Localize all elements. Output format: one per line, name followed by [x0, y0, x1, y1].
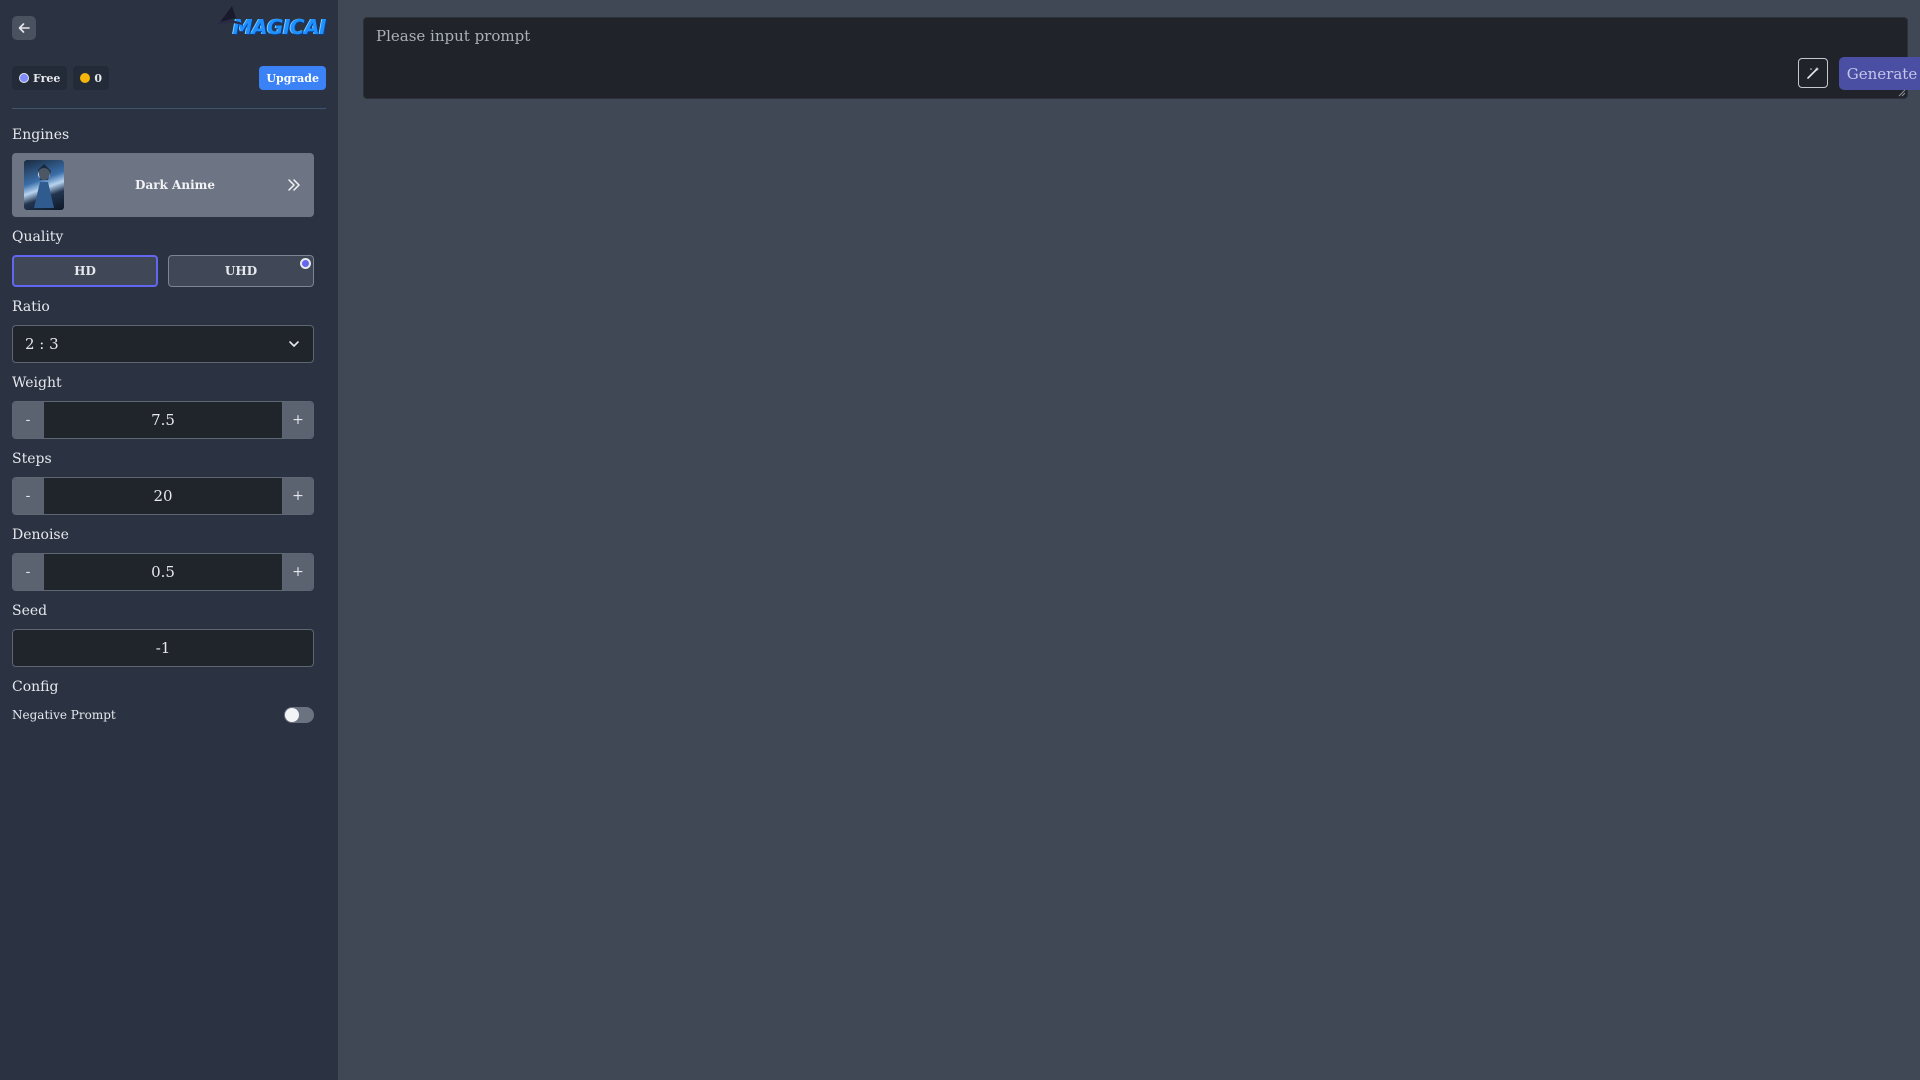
- prompt-input[interactable]: Please input prompt Generate: [363, 17, 1920, 99]
- quality-uhd-button[interactable]: UHD: [168, 255, 314, 287]
- denoise-decrement-button[interactable]: -: [13, 554, 43, 590]
- weight-increment-button[interactable]: +: [283, 402, 313, 438]
- weight-decrement-button[interactable]: -: [13, 402, 43, 438]
- sidebar-header: MAGICAI: [12, 6, 327, 42]
- seed-label: Seed: [12, 603, 48, 619]
- quality-hd-button[interactable]: HD: [12, 255, 158, 287]
- negative-prompt-toggle[interactable]: [284, 707, 314, 723]
- main-area: Please input prompt Generate: [338, 0, 1920, 1080]
- ratio-label: Ratio: [12, 299, 50, 315]
- account-row: Free 0 Upgrade: [12, 66, 326, 90]
- engine-selector[interactable]: Dark Anime: [12, 153, 314, 217]
- resize-handle-icon[interactable]: [1898, 89, 1906, 97]
- magic-wand-button[interactable]: [1798, 58, 1828, 88]
- quality-uhd-label: UHD: [224, 264, 258, 278]
- magic-wand-icon: [1807, 67, 1819, 79]
- steps-stepper: - 20 +: [12, 477, 314, 515]
- steps-label: Steps: [12, 451, 52, 467]
- weight-input[interactable]: 7.5: [43, 402, 283, 438]
- plan-badge: Free: [12, 66, 68, 90]
- steps-decrement-button[interactable]: -: [13, 478, 43, 514]
- ratio-select[interactable]: 2 : 3: [12, 325, 314, 363]
- steps-increment-button[interactable]: +: [283, 478, 313, 514]
- quality-options: HD UHD: [12, 255, 326, 287]
- app-logo[interactable]: MAGICAI: [216, 6, 327, 46]
- coin-icon: [80, 73, 91, 83]
- chevron-down-icon: [289, 341, 299, 347]
- arrow-left-icon: [18, 23, 30, 33]
- engines-label: Engines: [12, 127, 70, 143]
- denoise-input[interactable]: 0.5: [43, 554, 283, 590]
- sidebar: MAGICAI Free 0 Upgrade Engines Dark Anim…: [0, 0, 338, 1080]
- logo-text: MAGICAI: [232, 15, 327, 39]
- double-chevron-right-icon: [288, 179, 300, 191]
- ratio-value: 2 : 3: [25, 335, 59, 353]
- engine-name: Dark Anime: [135, 178, 215, 192]
- steps-input[interactable]: 20: [43, 478, 283, 514]
- seed-input[interactable]: -1: [12, 629, 314, 667]
- sidebar-divider: [12, 108, 326, 109]
- plan-label: Free: [33, 71, 61, 85]
- credits-count: 0: [94, 71, 103, 85]
- prompt-placeholder: Please input prompt: [376, 27, 531, 45]
- denoise-increment-button[interactable]: +: [283, 554, 313, 590]
- quality-label: Quality: [12, 229, 64, 245]
- engine-thumbnail: [24, 160, 64, 210]
- back-button[interactable]: [12, 16, 36, 40]
- negative-prompt-label: Negative Prompt: [12, 708, 116, 722]
- negative-prompt-row: Negative Prompt: [12, 705, 314, 725]
- generate-button[interactable]: Generate: [1839, 57, 1920, 90]
- denoise-label: Denoise: [12, 527, 69, 543]
- account-badges: Free 0: [12, 66, 110, 90]
- weight-stepper: - 7.5 +: [12, 401, 314, 439]
- anime-figure-icon: [34, 164, 54, 208]
- upgrade-button[interactable]: Upgrade: [259, 66, 326, 90]
- credits-badge: 0: [73, 66, 110, 90]
- plan-dot-icon: [19, 73, 29, 83]
- weight-label: Weight: [12, 375, 62, 391]
- wizard-hat-icon: [218, 6, 242, 25]
- toggle-knob: [285, 708, 299, 722]
- premium-dot-icon: [300, 258, 311, 269]
- denoise-stepper: - 0.5 +: [12, 553, 314, 591]
- config-label: Config: [12, 679, 59, 695]
